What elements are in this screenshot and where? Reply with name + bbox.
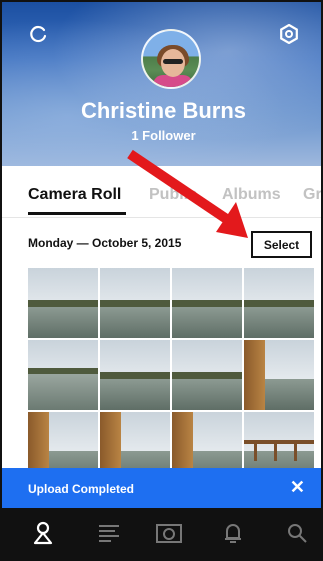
profile-header: Christine Burns 1 Follower bbox=[2, 2, 321, 166]
nav-feed[interactable] bbox=[96, 520, 122, 546]
tab-public[interactable]: Public bbox=[149, 186, 197, 204]
photo-thumbnail[interactable] bbox=[28, 340, 98, 410]
upload-banner: Upload Completed ✕ bbox=[2, 468, 321, 508]
follower-count[interactable]: 1 Follower bbox=[2, 128, 321, 143]
photo-thumbnail[interactable] bbox=[172, 268, 242, 338]
search-icon bbox=[288, 524, 307, 543]
nav-notifications[interactable] bbox=[220, 520, 246, 546]
tab-camera-roll[interactable]: Camera Roll bbox=[28, 186, 121, 204]
nav-camera[interactable] bbox=[156, 520, 182, 546]
avatar[interactable] bbox=[141, 29, 201, 89]
active-tab-indicator bbox=[28, 212, 126, 215]
app-screen: Christine Burns 1 Follower Camera Roll P… bbox=[0, 0, 323, 561]
sync-icon[interactable] bbox=[28, 24, 48, 44]
select-button[interactable]: Select bbox=[251, 231, 312, 258]
profile-icon bbox=[33, 521, 53, 545]
photo-thumbnail[interactable] bbox=[100, 340, 170, 410]
tab-groups[interactable]: Gr bbox=[303, 186, 321, 204]
photo-thumbnail[interactable] bbox=[172, 340, 242, 410]
nav-search[interactable] bbox=[284, 520, 310, 546]
feed-icon bbox=[99, 525, 119, 542]
photo-thumbnail[interactable] bbox=[28, 268, 98, 338]
photo-thumbnail[interactable] bbox=[100, 268, 170, 338]
close-icon[interactable]: ✕ bbox=[290, 477, 305, 498]
upload-message: Upload Completed bbox=[28, 482, 135, 496]
tab-albums[interactable]: Albums bbox=[222, 186, 281, 204]
bottom-nav bbox=[2, 508, 321, 559]
bell-icon bbox=[225, 524, 241, 543]
photo-thumbnail[interactable] bbox=[244, 268, 314, 338]
nav-profile[interactable] bbox=[30, 520, 56, 546]
profile-name: Christine Burns bbox=[80, 98, 247, 123]
settings-icon[interactable] bbox=[279, 24, 299, 44]
camera-icon bbox=[156, 524, 182, 543]
photo-thumbnail[interactable] bbox=[244, 340, 314, 410]
tab-bar: Camera Roll Public Albums Gr bbox=[2, 166, 321, 218]
date-label: Monday — October 5, 2015 bbox=[28, 236, 182, 250]
